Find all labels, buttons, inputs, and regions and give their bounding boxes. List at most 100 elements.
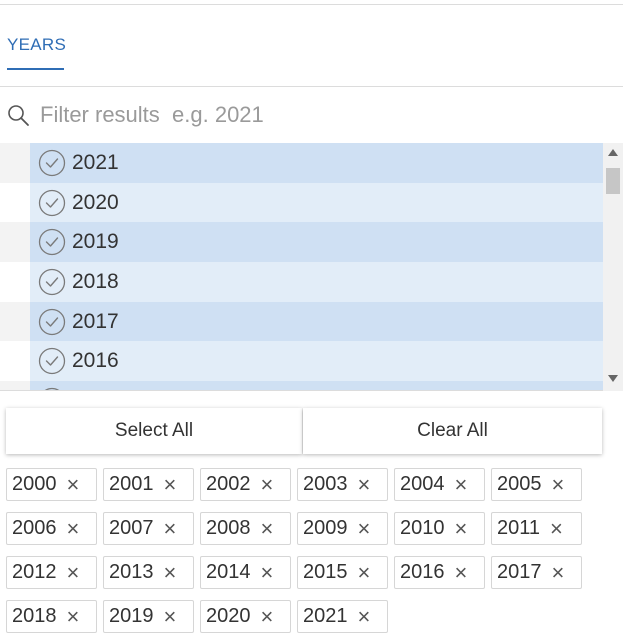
close-icon[interactable]: × <box>67 605 80 628</box>
scroll-up-arrow-icon[interactable] <box>608 149 618 156</box>
year-option[interactable]: 2016 <box>30 341 603 382</box>
list-item[interactable]: 2019 <box>0 222 603 263</box>
year-chip: 2013 × <box>103 556 194 589</box>
year-chip: 2006 × <box>6 512 97 545</box>
check-circle-icon <box>44 387 60 390</box>
year-chip-label: 2002 <box>206 473 251 495</box>
check-circle-icon <box>38 348 66 375</box>
year-option-label: 2018 <box>72 269 119 293</box>
close-icon[interactable]: × <box>455 473 468 496</box>
year-chip: 2003 × <box>297 468 388 501</box>
close-icon[interactable]: × <box>358 517 371 540</box>
year-option[interactable]: 2017 <box>30 301 603 342</box>
close-icon[interactable]: × <box>455 517 468 540</box>
year-chip-label: 2005 <box>497 473 542 495</box>
scroll-thumb[interactable] <box>606 168 620 194</box>
year-chip: 2020 × <box>200 600 291 633</box>
scroll-down-arrow-icon[interactable] <box>608 375 618 382</box>
year-chip: 2011 × <box>491 512 582 545</box>
year-chip-label: 2007 <box>109 517 154 539</box>
year-list[interactable]: 2021 2020 2019 2018 2017 2016 2015 <box>0 143 623 391</box>
list-item[interactable]: 2021 <box>0 143 603 183</box>
year-chip: 2019 × <box>103 600 194 633</box>
close-icon[interactable]: × <box>164 473 177 496</box>
tab-years[interactable]: YEARS <box>7 35 66 55</box>
year-chip: 2004 × <box>394 468 485 501</box>
year-chip-label: 2012 <box>12 561 57 583</box>
tab-bar: YEARS <box>0 5 623 87</box>
year-chip: 2010 × <box>394 512 485 545</box>
filter-input[interactable] <box>40 98 610 132</box>
list-item[interactable]: 2020 <box>0 182 603 223</box>
year-chip: 2000 × <box>6 468 97 501</box>
bulk-actions: Select All Clear All <box>6 408 602 454</box>
year-option[interactable]: 2021 <box>30 143 603 183</box>
filter-bar <box>0 88 623 142</box>
year-chip-label: 2010 <box>400 517 445 539</box>
close-icon[interactable]: × <box>67 517 80 540</box>
year-option-label: 2020 <box>72 190 119 214</box>
close-icon[interactable]: × <box>552 561 565 584</box>
year-chip: 2017 × <box>491 556 582 589</box>
close-icon[interactable]: × <box>164 605 177 628</box>
list-scrollbar[interactable] <box>603 143 623 391</box>
list-item[interactable]: 2015 <box>0 381 603 390</box>
year-option[interactable]: 2015 <box>30 381 603 390</box>
close-icon[interactable]: × <box>67 473 80 496</box>
year-chip-label: 2016 <box>400 561 445 583</box>
close-icon[interactable]: × <box>67 561 80 584</box>
year-option-label: 2015 <box>72 389 119 390</box>
close-icon[interactable]: × <box>455 561 468 584</box>
year-option-label: 2021 <box>72 150 119 174</box>
check-circle-icon <box>38 229 66 256</box>
year-chip-label: 2009 <box>303 517 348 539</box>
list-item[interactable]: 2016 <box>0 341 603 382</box>
year-chip-label: 2019 <box>109 605 154 627</box>
year-option-label: 2017 <box>72 309 119 333</box>
close-icon[interactable]: × <box>164 517 177 540</box>
list-item[interactable]: 2017 <box>0 301 603 342</box>
close-icon[interactable]: × <box>358 561 371 584</box>
row-gutter <box>0 381 30 390</box>
close-icon[interactable]: × <box>358 473 371 496</box>
year-chip: 2002 × <box>200 468 291 501</box>
year-chip-label: 2004 <box>400 473 445 495</box>
year-option[interactable]: 2019 <box>30 222 603 263</box>
close-icon[interactable]: × <box>261 473 274 496</box>
close-icon[interactable]: × <box>164 561 177 584</box>
year-option[interactable]: 2020 <box>30 182 603 223</box>
row-gutter <box>0 341 30 382</box>
year-option-label: 2019 <box>72 230 119 254</box>
close-icon[interactable]: × <box>550 517 563 540</box>
close-icon[interactable]: × <box>261 561 274 584</box>
check-circle-icon <box>38 308 66 335</box>
active-tab-indicator <box>7 68 64 70</box>
close-icon[interactable]: × <box>261 517 274 540</box>
year-chip: 2015 × <box>297 556 388 589</box>
list-item[interactable]: 2018 <box>0 262 603 302</box>
year-chip-label: 2015 <box>303 561 348 583</box>
year-option[interactable]: 2018 <box>30 262 603 302</box>
year-chip: 2008 × <box>200 512 291 545</box>
year-chip-label: 2006 <box>12 517 57 539</box>
row-gutter <box>0 262 30 302</box>
year-chip-label: 2003 <box>303 473 348 495</box>
year-chip-label: 2000 <box>12 473 57 495</box>
row-gutter <box>0 301 30 342</box>
row-gutter <box>0 143 30 183</box>
year-chip: 2001 × <box>103 468 194 501</box>
year-option-label: 2016 <box>72 349 119 373</box>
year-chip: 2005 × <box>491 468 582 501</box>
year-chip: 2009 × <box>297 512 388 545</box>
select-all-button[interactable]: Select All <box>6 408 302 454</box>
close-icon[interactable]: × <box>261 605 274 628</box>
year-chip: 2016 × <box>394 556 485 589</box>
close-icon[interactable]: × <box>552 473 565 496</box>
check-circle-icon <box>38 149 66 176</box>
year-chip-label: 2017 <box>497 561 542 583</box>
year-chip: 2012 × <box>6 556 97 589</box>
year-chip-label: 2001 <box>109 473 154 495</box>
close-icon[interactable]: × <box>358 605 371 628</box>
row-gutter <box>0 222 30 263</box>
clear-all-button[interactable]: Clear All <box>303 408 602 454</box>
